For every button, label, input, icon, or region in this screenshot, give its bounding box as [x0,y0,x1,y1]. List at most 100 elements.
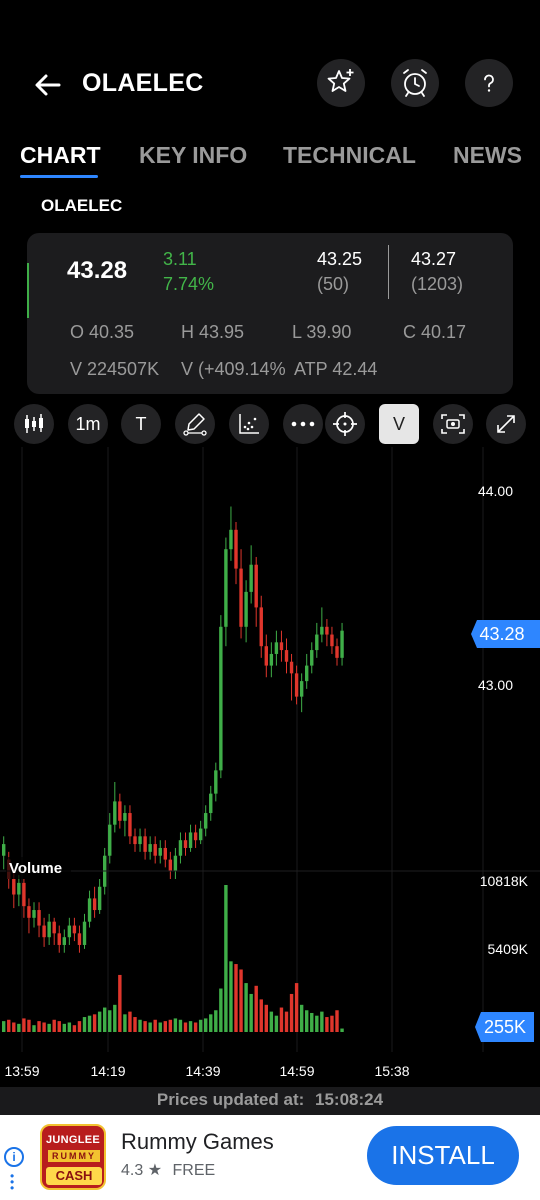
candle-body [62,937,66,945]
close-price: C 40.17 [403,322,467,342]
candle-body [299,681,304,697]
price-chart[interactable]: 44.00 43.00 43.28 Volume 10818K 5409K 25… [0,447,540,1087]
volume-bar [173,1018,178,1032]
install-button[interactable]: INSTALL [367,1126,519,1185]
tab-bar: CHART KEY INFO TECHNICAL NEWS [0,138,540,182]
volume-bar [148,1022,152,1032]
volume-bar [113,1004,117,1032]
candle-body [118,801,122,821]
more-options-button[interactable] [283,404,323,444]
volume-bar [249,993,253,1032]
ad-info-icon[interactable]: i [4,1147,24,1167]
candle-body [310,650,314,666]
candle-body [57,933,61,945]
candle-body [183,840,188,848]
quote-divider [388,245,389,299]
volume-bar [72,1025,77,1032]
candle-body [244,591,248,627]
volume-bar [229,961,233,1032]
logo-text-junglee: JUNGLEE [45,1134,101,1146]
volume-bar [315,1015,319,1032]
volume-label-mid: 5409K [488,941,529,957]
volume-bar [340,1028,344,1032]
volume-toggle-button[interactable]: V [379,404,419,444]
candle-body [315,634,319,651]
volume-bar [42,1022,46,1032]
volume-bar [244,983,248,1032]
volume-bar [234,964,238,1032]
tab-key-info[interactable]: KEY INFO [139,142,247,169]
price-label-low: 43.00 [478,677,513,693]
back-button[interactable] [30,67,66,103]
scatter-chart-icon [239,414,259,434]
volume-bar [22,1018,26,1032]
volume-bar [289,993,294,1032]
volume-bar [87,1015,92,1032]
draw-tool-button[interactable] [175,404,215,444]
volume-bar [320,1011,324,1032]
tab-technical[interactable]: TECHNICAL [283,142,416,169]
candle-body [320,626,324,635]
candle-body [274,642,279,654]
volume-bar [92,1014,97,1032]
ad-banner[interactable]: i • • • JUNGLEE RUMMY CASH Rummy Games 4.3… [0,1115,540,1200]
candle-body [2,844,6,856]
candle-body [143,836,147,852]
change-percent: 7.74% [163,274,215,294]
volume-series [2,885,344,1032]
volume-bar [239,969,243,1032]
volume-bar [274,1015,279,1032]
candle-body [153,844,157,856]
candle-body [12,879,16,895]
volume-bar [12,1022,16,1032]
candle-body [128,813,132,837]
volume-bar [259,999,263,1032]
candle-body [254,564,258,608]
pencil-icon [183,413,207,436]
ad-title[interactable]: Rummy Games [121,1129,274,1155]
volume-bar [2,1021,6,1032]
price-alert-button[interactable] [391,59,439,107]
logo-text-rummy: RUMMY [48,1150,100,1162]
volume-label-max: 10818K [480,873,529,889]
interval-button[interactable]: 1m [68,404,108,444]
expand-icon [497,415,515,433]
candle-body [264,646,268,666]
crosshair-button[interactable] [325,404,365,444]
volume-bar [335,1010,339,1032]
volume-bar [294,983,299,1032]
indicators-button[interactable] [229,404,269,444]
candle-body [198,828,203,841]
candle-body [214,770,218,794]
screenshot-button[interactable] [433,404,473,444]
tab-news[interactable]: NEWS [453,142,522,169]
symbol-label: OLAELEC [41,196,123,215]
fullscreen-button[interactable] [486,404,526,444]
candle-body [178,840,183,856]
current-price-label: 43.28 [479,624,524,644]
star-plus-icon [327,69,354,92]
volume-bar [123,1014,127,1032]
star-icon: ★ [147,1162,163,1179]
ad-menu-icon[interactable]: • • • [10,1170,14,1194]
volume-bar [209,1014,213,1032]
help-button[interactable] [465,59,513,107]
high-price: H 43.95 [181,322,245,342]
time-label: 13:59 [4,1063,39,1079]
candle-body [67,925,72,938]
tab-chart[interactable]: CHART [20,142,101,169]
candle-body [108,824,112,856]
volume-bar [37,1021,41,1032]
candle-body [27,906,31,918]
volume-bar [310,1012,314,1032]
watchlist-button[interactable] [317,59,365,107]
candlestick-chart[interactable]: 44.00 43.00 43.28 Volume 10818K 5409K 25… [0,447,540,1087]
text-tool-button[interactable]: T [121,404,161,444]
volume-bar [17,1023,21,1032]
candle-body [234,529,238,569]
candle-body [113,801,117,825]
current-volume-label: 255K [484,1017,526,1037]
candle-type-button[interactable] [14,404,54,444]
volume-bar [284,1011,289,1032]
candle-body [42,925,46,938]
